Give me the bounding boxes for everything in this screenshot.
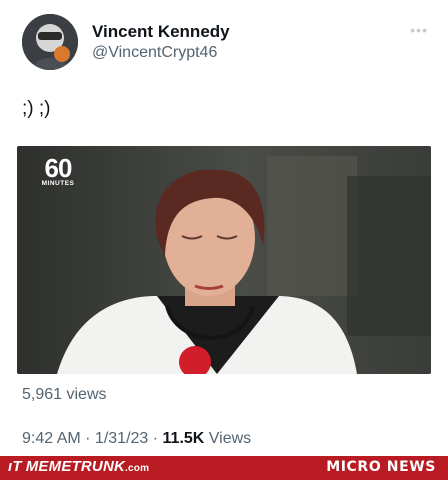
avatar[interactable]: [22, 14, 78, 70]
author-handle[interactable]: @VincentCrypt46: [92, 44, 217, 62]
site-suffix: .com: [125, 463, 150, 474]
sixty-minutes-logo: 60 MINUTES: [37, 153, 79, 187]
view-count-suffix: Views: [204, 430, 252, 447]
video-frame: [17, 146, 431, 374]
section-label: MICRO NEWS: [326, 459, 436, 475]
ellipsis-icon[interactable]: •••: [410, 22, 428, 38]
author-name[interactable]: Vincent Kennedy: [92, 22, 230, 42]
logo-label: MINUTES: [41, 180, 75, 187]
tweet-meta: 9:42 AM · 1/31/23 · 11.5K Views: [22, 430, 251, 448]
watermark-bar: ıT MEMETRUNK.com MICRO NEWS: [0, 456, 448, 480]
logo-number: 60: [44, 153, 73, 183]
site-name: MEMETRUNK: [25, 458, 126, 475]
tweet-video[interactable]: 60 MINUTES: [17, 146, 431, 374]
avatar-image: [22, 14, 78, 70]
memetrunk-brand: ıT MEMETRUNK.com: [8, 458, 149, 475]
view-count: 11.5K: [162, 430, 205, 447]
video-views: 5,961 views: [22, 386, 107, 403]
tweet-text: ;) ;): [22, 98, 51, 119]
memetrunk-logo-icon: ıT: [8, 458, 22, 475]
tweet-timestamp[interactable]: 9:42 AM · 1/31/23 ·: [22, 430, 163, 447]
